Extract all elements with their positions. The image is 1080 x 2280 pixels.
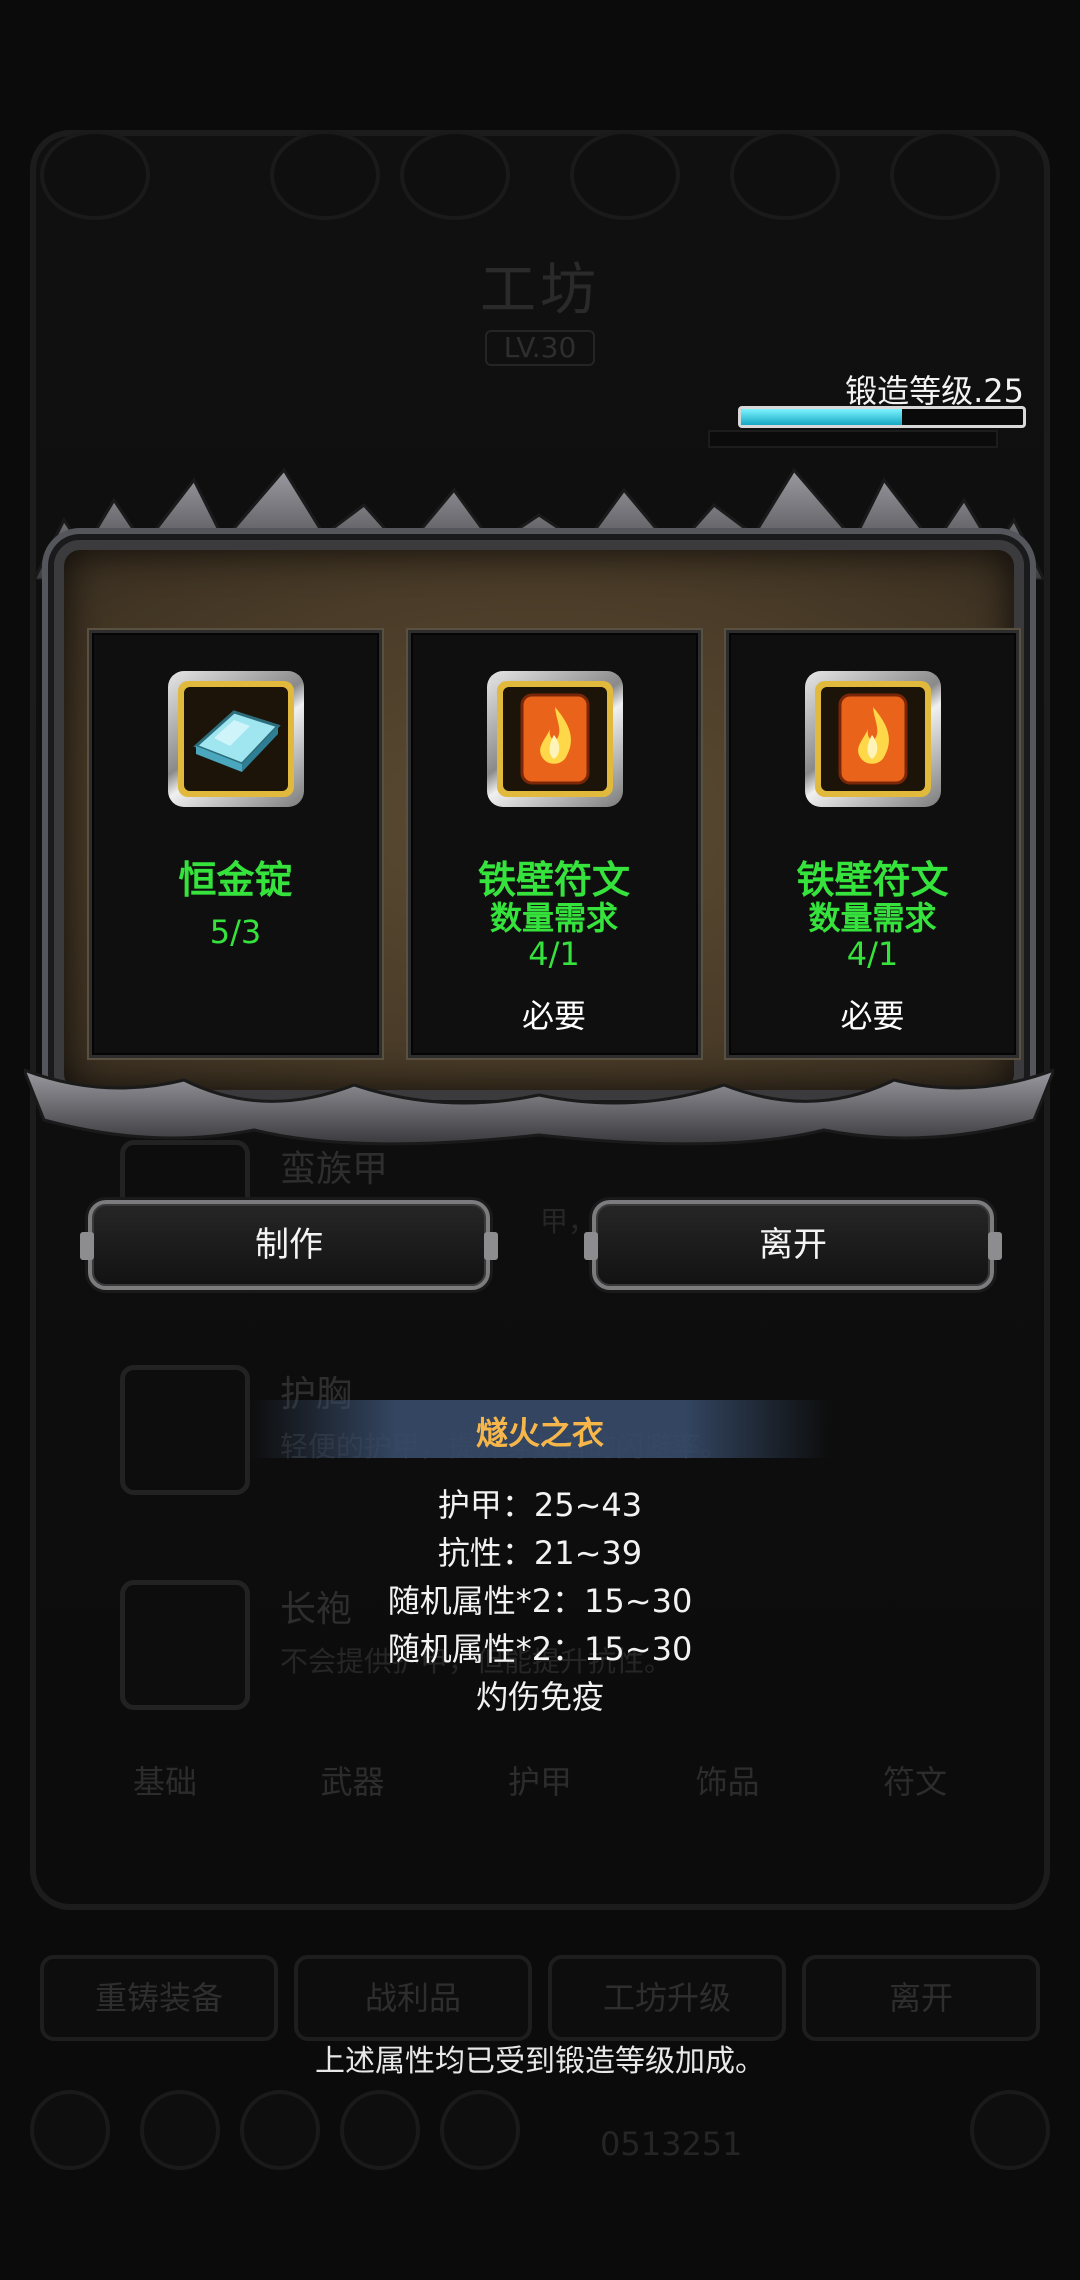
material-count: 4/1 (846, 935, 899, 973)
material-requirement-label: 数量需求 (808, 899, 937, 937)
material-slot-ingot[interactable]: 恒金锭 5/3 (89, 630, 382, 1058)
fire-rune-icon (486, 671, 623, 807)
tab-basic: 基础 (132, 1763, 197, 1801)
material-slot-rune-2[interactable]: 铁壁符文 数量需求 4/1 必要 (726, 630, 1019, 1058)
tooltip-stat: 护甲：25~43 (437, 1486, 643, 1524)
material-name: 恒金锭 (178, 858, 293, 902)
material-required-tag: 必要 (521, 997, 586, 1035)
upgrade-button: 工坊升级 (548, 1955, 786, 2041)
item-tooltip: 燧火之衣 护甲：25~43 抗性：21~39 随机属性*2：15~30 随机属性… (0, 1400, 1080, 1720)
forge-bar-shadow (708, 430, 998, 448)
tooltip-title: 燧火之衣 (475, 1414, 604, 1452)
workshop-level: LV.30 (485, 330, 595, 366)
category-tabs: 基础 武器 护甲 饰品 符文 (80, 1720, 1000, 1840)
tab-rune: 符文 (882, 1763, 947, 1801)
tab-armor: 护甲 (507, 1763, 572, 1801)
fire-rune-icon (805, 671, 941, 807)
ingot-icon (168, 671, 304, 807)
currency-counter: 0513251 (600, 2125, 743, 2163)
reforge-button: 重铸装备 (40, 1955, 278, 2041)
workshop-top-icons (40, 130, 1040, 220)
material-requirement-label: 数量需求 (489, 899, 618, 937)
leave-button[interactable]: 离开 (584, 1200, 1002, 1290)
forge-progress-bar (738, 406, 1026, 428)
tooltip-stat: 随机属性*2：15~30 (387, 1582, 693, 1620)
tooltip-stat: 随机属性*2：15~30 (387, 1630, 693, 1668)
tooltip-stat: 灼伤免疫 (475, 1678, 604, 1716)
materials-dialog: 恒金锭 5/3 铁壁符文 数量需求 4/1 必要 铁壁符文 数量需求 4/1 必… (24, 460, 1054, 1160)
bottom-round-icons (30, 2090, 1050, 2180)
material-slots: 恒金锭 5/3 铁壁符文 数量需求 4/1 必要 铁壁符文 数量需求 4/1 必… (89, 630, 1019, 1060)
material-slot-rune-1[interactable]: 铁壁符文 数量需求 4/1 必要 (407, 630, 701, 1058)
material-count: 5/3 (209, 913, 262, 951)
exit-button: 离开 (802, 1955, 1040, 2041)
forge-progress-fill (741, 409, 902, 425)
material-required-tag: 必要 (840, 997, 905, 1035)
material-count: 4/1 (528, 935, 580, 973)
tooltip-stat: 抗性：21~39 (437, 1534, 643, 1572)
loot-button: 战利品 (294, 1955, 532, 2041)
tab-accessory: 饰品 (695, 1763, 760, 1801)
forge-bonus-note: 上述属性均已受到锻造等级加成。 (315, 2044, 765, 2079)
make-button[interactable]: 制作 (80, 1200, 498, 1290)
workshop-title: 工坊 (480, 258, 600, 323)
tab-weapon: 武器 (320, 1763, 385, 1801)
dialog-bottom-ornament (24, 1068, 1054, 1146)
bottom-buttons: 重铸装备 战利品 工坊升级 离开 (40, 1955, 1040, 2041)
